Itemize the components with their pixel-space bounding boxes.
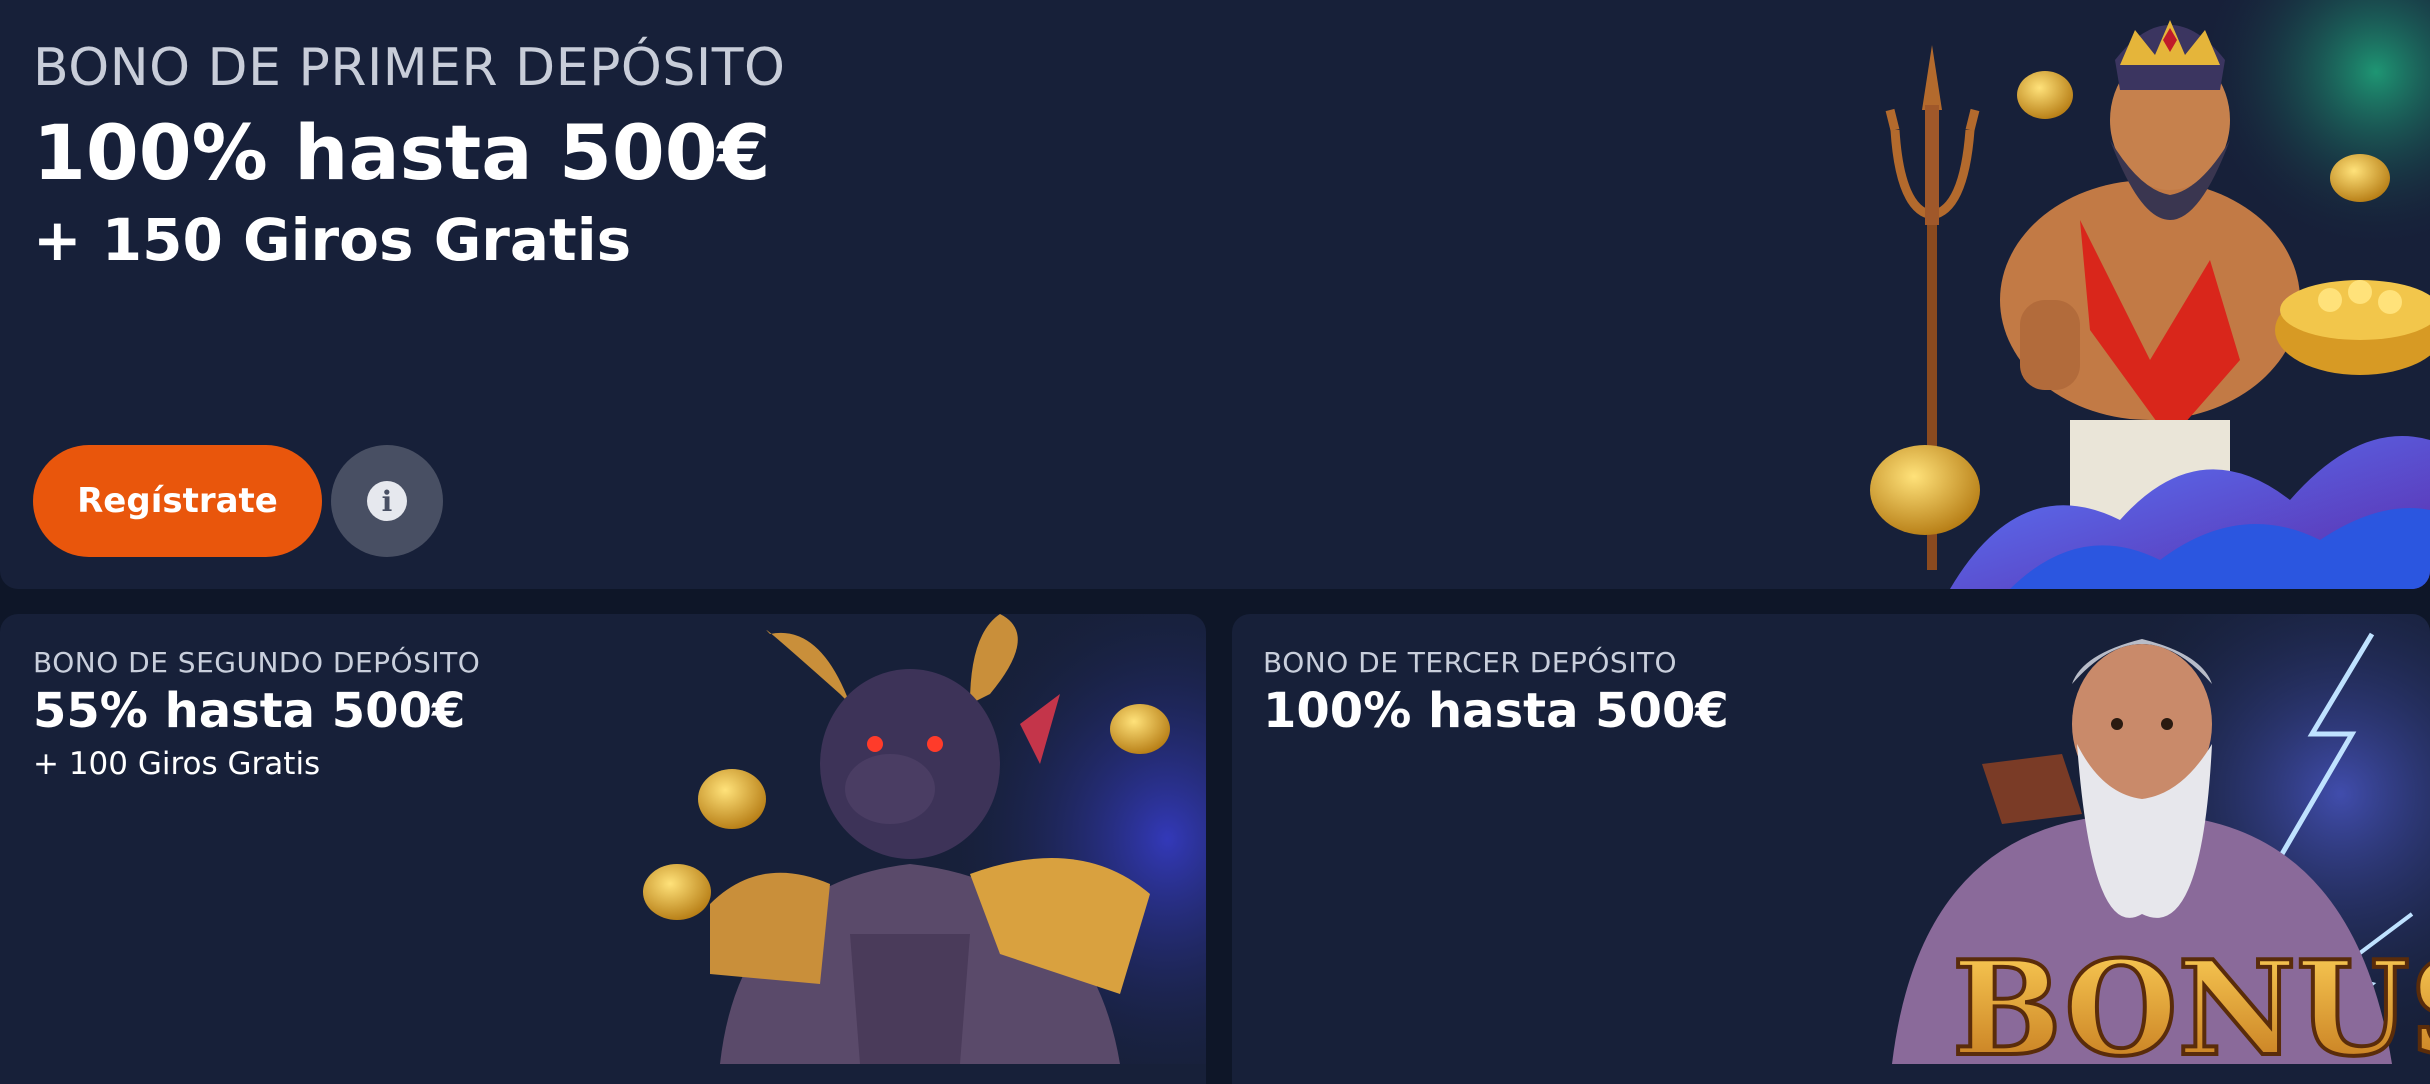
register-button[interactable]: Regístrate: [33, 445, 322, 557]
zeus-illustration: BONUS: [1892, 614, 2430, 1064]
first-deposit-eyebrow: BONO DE PRIMER DEPÓSITO: [33, 38, 786, 98]
info-icon: i: [367, 481, 407, 521]
info-button[interactable]: i: [331, 445, 443, 557]
second-deposit-card: BONO DE SEGUNDO DEPÓSITO 55% hasta 500€ …: [0, 614, 1206, 1084]
second-deposit-free-spins: + 100 Giros Gratis: [33, 746, 321, 782]
second-deposit-headline: 55% hasta 500€: [33, 683, 466, 739]
first-deposit-card: BONO DE PRIMER DEPÓSITO 100% hasta 500€ …: [0, 0, 2430, 589]
second-deposit-eyebrow: BONO DE SEGUNDO DEPÓSITO: [33, 646, 481, 679]
minotaur-illustration: [643, 614, 1206, 1064]
third-deposit-headline: 100% hasta 500€: [1263, 683, 1729, 739]
first-deposit-headline: 100% hasta 500€: [33, 108, 771, 197]
bonus-art-text: BONUS: [1952, 932, 2430, 1064]
poseidon-illustration: [1870, 0, 2430, 589]
third-deposit-eyebrow: BONO DE TERCER DEPÓSITO: [1263, 646, 1678, 679]
third-deposit-card: BONUS BONO DE TERCER DEPÓSITO 100% hasta…: [1232, 614, 2430, 1084]
first-deposit-free-spins: + 150 Giros Gratis: [33, 206, 632, 274]
